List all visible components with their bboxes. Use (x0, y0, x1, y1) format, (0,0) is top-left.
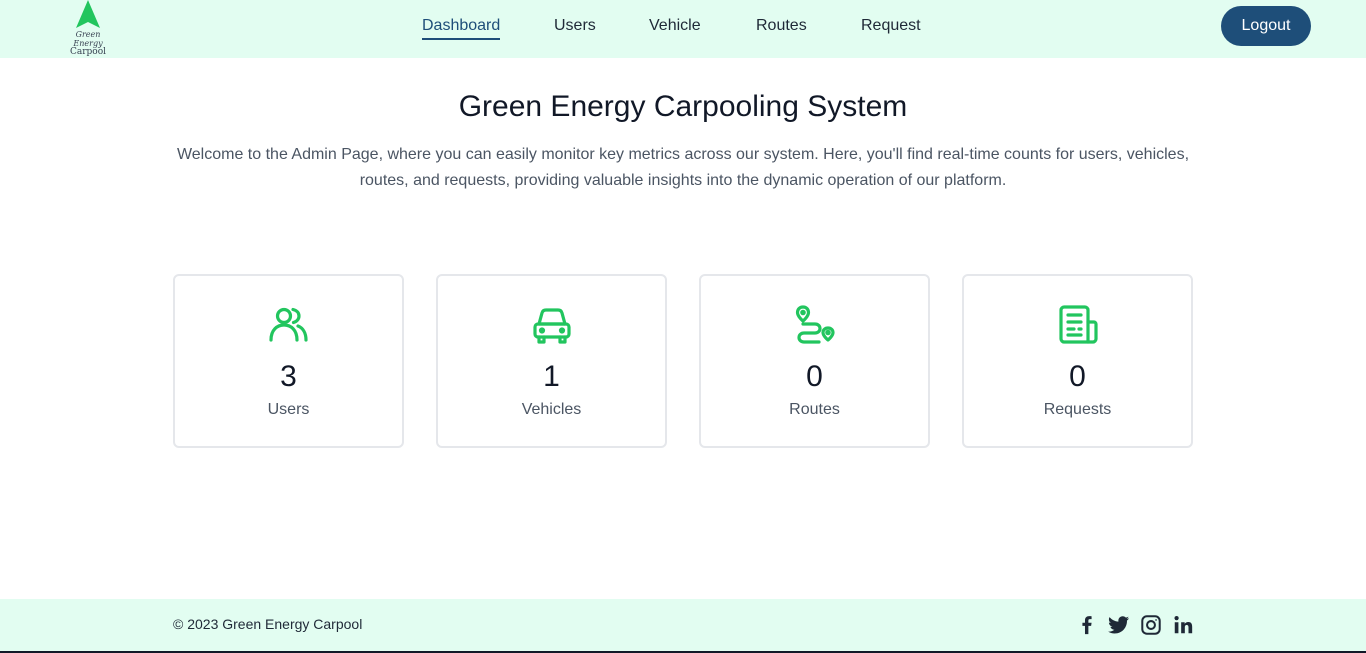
copyright-text: © 2023 Green Energy Carpool (173, 616, 363, 632)
stat-card-vehicles: 1 Vehicles (436, 274, 667, 448)
document-icon (964, 304, 1191, 348)
nav-routes[interactable]: Routes (756, 16, 807, 36)
facebook-icon[interactable] (1076, 614, 1098, 636)
routes-count: 0 (806, 360, 823, 393)
vehicles-count: 1 (543, 360, 560, 393)
vehicles-label: Vehicles (521, 401, 582, 418)
users-icon (175, 304, 402, 348)
logout-button[interactable]: Logout (1221, 6, 1311, 46)
nav-users[interactable]: Users (554, 16, 596, 36)
users-count: 3 (280, 360, 297, 393)
twitter-icon[interactable] (1108, 614, 1130, 636)
nav-request[interactable]: Request (861, 16, 921, 36)
nav-dashboard[interactable]: Dashboard (422, 16, 501, 40)
car-icon (438, 304, 665, 348)
intro-line-2: routes, and requests, providing valuable… (359, 172, 1007, 189)
intro-line-1: Welcome to the Admin Page, where you can… (176, 146, 1190, 163)
stat-card-routes: 0 Routes (699, 274, 930, 448)
intro-text: Welcome to the Admin Page, where you can… (160, 142, 1206, 194)
requests-count: 0 (1069, 360, 1086, 393)
instagram-icon[interactable] (1140, 614, 1162, 636)
requests-label: Requests (1043, 401, 1112, 418)
route-icon (701, 304, 928, 348)
page-title: Green Energy Carpooling System (458, 90, 908, 123)
stat-card-users: 3 Users (173, 274, 404, 448)
footer: © 2023 Green Energy Carpool (0, 599, 1366, 651)
main-nav: Dashboard Users Vehicle Routes Request (0, 0, 1366, 58)
stat-card-requests: 0 Requests (962, 274, 1193, 448)
nav-vehicle[interactable]: Vehicle (649, 16, 701, 36)
users-label: Users (267, 401, 310, 418)
routes-label: Routes (789, 401, 840, 418)
top-header: Green Energy Carpool Dashboard Users Veh… (0, 0, 1366, 58)
linkedin-icon[interactable] (1172, 614, 1194, 636)
